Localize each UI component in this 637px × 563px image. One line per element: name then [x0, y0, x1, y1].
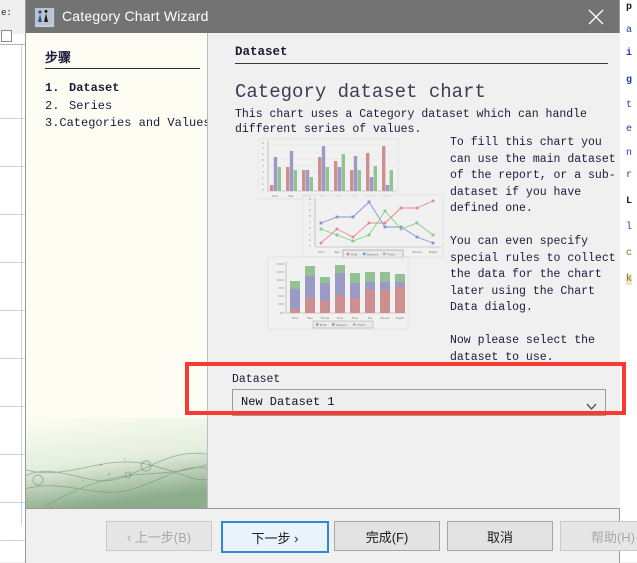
background-left-header-text: e:	[1, 8, 12, 18]
svg-text:150.0: 150.0	[277, 262, 285, 266]
svg-text:Third: Third	[386, 252, 395, 256]
app-chart-wizard-icon	[34, 7, 55, 28]
svg-text:75.0: 75.0	[278, 286, 284, 290]
step-label: Dataset	[69, 81, 120, 95]
back-button: ‹ 上一步(B)	[106, 521, 212, 551]
svg-text:Five: Five	[352, 316, 358, 320]
svg-text:100.0: 100.0	[277, 278, 285, 282]
svg-text:50.0: 50.0	[278, 294, 284, 298]
background-row-line	[0, 502, 26, 503]
steps-sidebar: 步骤 1. Dataset 2. Series 3. Categories an…	[26, 33, 211, 508]
svg-text:One: One	[318, 250, 324, 254]
background-column-line	[21, 45, 22, 525]
finish-button[interactable]: 完成(F)	[334, 521, 440, 551]
svg-text:Three: Three	[320, 316, 330, 320]
background-code-line: e	[626, 124, 633, 135]
steps-list: 1. Dataset 2. Series 3. Categories and V…	[45, 80, 211, 133]
step-item-dataset: 1. Dataset	[45, 80, 205, 98]
background-code-line: t	[626, 100, 633, 111]
background-row-line	[0, 358, 26, 359]
svg-text:Seven: Seven	[412, 250, 421, 254]
dataset-combobox-value: New Dataset 1	[241, 395, 335, 409]
svg-text:First: First	[320, 323, 327, 327]
svg-text:0.0: 0.0	[280, 311, 284, 315]
steps-title-underline	[45, 68, 200, 69]
background-code-line: l	[626, 222, 633, 233]
dialog-titlebar: Category Chart Wizard	[26, 0, 619, 33]
step-item-series: 2. Series	[45, 98, 205, 116]
background-row-line	[0, 262, 26, 263]
page-title: Category dataset chart	[235, 81, 486, 103]
section-title-underline	[235, 63, 608, 64]
svg-text:125.0: 125.0	[277, 270, 285, 274]
svg-text:First: First	[351, 252, 358, 256]
background-code-line: k	[626, 274, 633, 285]
svg-text:One: One	[272, 194, 278, 198]
help-button: 帮助(H)	[560, 521, 637, 551]
svg-text:Six: Six	[368, 316, 373, 320]
section-title: Dataset	[235, 45, 288, 59]
sidebar-decoration	[26, 418, 207, 508]
dataset-combobox[interactable]: New Dataset 1	[232, 389, 606, 416]
chart-preview-illustration: 012 345 678 OneTwo ThreeFour FiveSix Sev…	[257, 133, 448, 333]
background-left-table: e:	[0, 0, 26, 562]
svg-text:Second: Second	[336, 323, 347, 327]
background-code-line: c	[626, 248, 633, 259]
dialog-button-bar: ‹ 上一步(B) 下一步 › 完成(F) 取消 帮助(H)	[26, 508, 637, 563]
chevron-down-icon	[586, 398, 597, 416]
svg-text:Two: Two	[306, 316, 313, 320]
dialog-title: Category Chart Wizard	[62, 8, 209, 24]
svg-text:Two: Two	[287, 194, 294, 198]
category-chart-wizard-dialog: Category Chart Wizard 步骤 1. Dataset 2. S…	[26, 0, 637, 563]
background-code-line: L	[626, 196, 633, 207]
background-row-line	[0, 454, 26, 455]
step-label: Categories and Values	[59, 116, 211, 130]
instructions-text: To fill this chart you can use the main …	[450, 136, 616, 364]
wizard-content-pane: Dataset Category dataset chart This char…	[207, 33, 620, 508]
steps-title: 步骤	[45, 51, 72, 66]
svg-text:Two: Two	[333, 250, 340, 254]
next-button[interactable]: 下一步 ›	[221, 521, 329, 553]
background-code-line: i	[626, 48, 633, 59]
step-number: 3.	[45, 116, 60, 130]
dataset-group: Dataset New Dataset 1	[221, 373, 608, 420]
step-item-categories-and-values: 3. Categories and Values	[45, 115, 211, 133]
svg-text:Eight: Eight	[396, 316, 405, 320]
background-code-line: r	[626, 170, 633, 181]
step-label: Series	[69, 98, 113, 113]
svg-text:25.0: 25.0	[278, 302, 284, 306]
svg-text:Third: Third	[356, 323, 365, 327]
background-row-line	[0, 540, 26, 541]
background-row-line	[0, 406, 26, 407]
svg-text:Eight: Eight	[429, 250, 438, 254]
background-checkbox	[1, 30, 12, 42]
background-row-line	[0, 166, 26, 167]
background-row-line	[0, 118, 26, 119]
background-code-line: p	[626, 2, 633, 13]
svg-text:Four: Four	[337, 316, 344, 320]
svg-text:Seven: Seven	[380, 316, 389, 320]
step-number: 2.	[45, 98, 60, 113]
cancel-button[interactable]: 取消	[447, 521, 553, 551]
background-code-line: g	[626, 75, 633, 86]
screen: e: p a i g t e n r L l c k Category Char…	[0, 0, 637, 563]
svg-text:One: One	[292, 316, 298, 320]
dataset-label: Dataset	[232, 373, 281, 386]
close-icon[interactable]	[573, 0, 619, 33]
step-number: 1.	[45, 81, 60, 95]
background-divider	[0, 44, 26, 45]
background-left-header: e:	[0, 0, 26, 34]
svg-text:Second: Second	[367, 252, 378, 256]
background-row-line	[0, 214, 26, 215]
background-code-line: a	[626, 25, 633, 36]
background-code-line: n	[626, 148, 633, 159]
background-row-line	[0, 310, 26, 311]
